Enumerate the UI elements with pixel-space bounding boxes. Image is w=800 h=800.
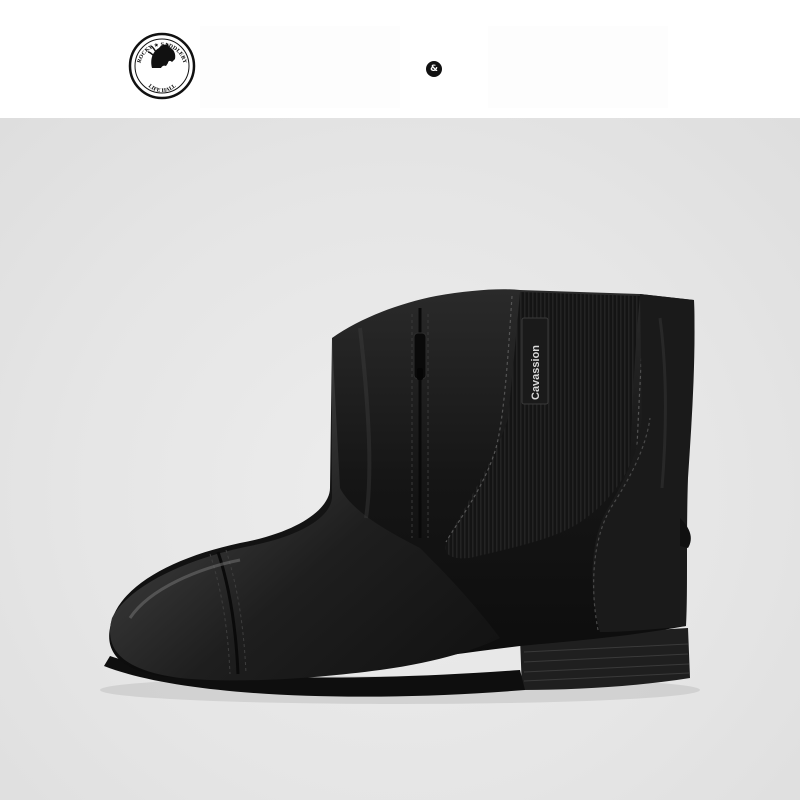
brand-tab-text: Cavassion: [530, 345, 542, 400]
ampersand-badge: &: [426, 61, 442, 77]
header-bar: ROCKY ★ SADDLERY LIFE HALL &: [0, 0, 800, 118]
product-image-area: Cavassion: [0, 118, 800, 800]
brand-logo[interactable]: ROCKY ★ SADDLERY LIFE HALL: [128, 32, 196, 100]
product-boot-image: Cavassion: [100, 289, 700, 704]
header-placeholder-right: [488, 26, 668, 108]
header-placeholder-left: [200, 26, 400, 108]
